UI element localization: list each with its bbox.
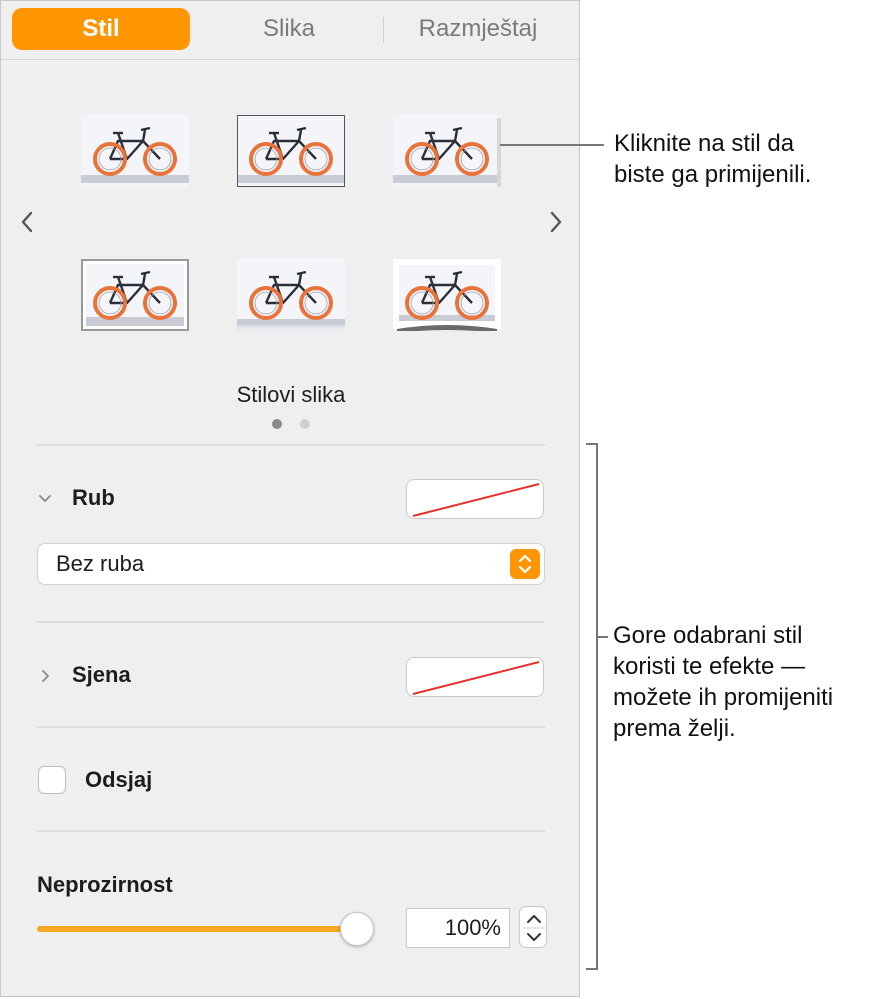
chevron-down-icon xyxy=(39,495,51,502)
chevron-left-icon xyxy=(21,211,33,233)
format-inspector-panel: Stil Slika Razmještaj Stilovi slika Rub … xyxy=(0,0,580,997)
image-style-reflection[interactable] xyxy=(237,259,345,331)
effects-bracket-vertical xyxy=(596,443,598,970)
divider xyxy=(37,726,545,728)
tab-arrange[interactable]: Razmještaj xyxy=(393,8,563,50)
page-dot-1[interactable] xyxy=(272,419,282,429)
next-styles-arrow[interactable] xyxy=(546,207,566,237)
page-dot-2[interactable] xyxy=(300,419,310,429)
callout-line: Kliknite na stil da xyxy=(614,130,795,157)
opacity-value-field[interactable]: 100% xyxy=(406,908,510,948)
chevron-right-icon xyxy=(42,670,49,682)
image-style-no-border[interactable] xyxy=(81,115,189,187)
border-color-well[interactable] xyxy=(406,479,544,519)
border-disclosure-toggle[interactable] xyxy=(37,491,53,507)
callout-line: prema želji. xyxy=(613,715,736,742)
tab-style[interactable]: Stil xyxy=(12,8,190,50)
opacity-stepper[interactable] xyxy=(519,906,547,948)
border-style-value: Bez ruba xyxy=(56,551,145,576)
reflection-label: Odsjaj xyxy=(85,767,153,792)
border-section-title: Rub xyxy=(72,485,115,510)
image-style-shadow[interactable] xyxy=(393,115,501,187)
divider xyxy=(37,621,545,623)
opacity-slider-thumb[interactable] xyxy=(340,912,374,946)
shadow-disclosure-toggle[interactable] xyxy=(38,668,54,684)
bicycle-thumbnail-icon xyxy=(393,115,501,187)
bicycle-thumbnail-icon xyxy=(237,115,345,187)
no-color-slash-icon xyxy=(412,661,540,695)
tab-separator xyxy=(383,17,384,43)
previous-styles-arrow[interactable] xyxy=(17,207,37,237)
stepper-arrows-icon xyxy=(523,915,545,941)
shadow-section-title: Sjena xyxy=(72,662,131,687)
bicycle-thumbnail-icon xyxy=(393,259,501,331)
reflection-checkbox[interactable] xyxy=(38,766,66,794)
select-stepper-icon xyxy=(510,549,540,579)
callout-line: možete ih promijeniti xyxy=(613,684,834,711)
tab-image[interactable]: Slika xyxy=(199,8,379,50)
border-style-select[interactable]: Bez ruba xyxy=(37,543,545,585)
image-styles-label: Stilovi slika xyxy=(236,382,346,407)
effects-callout-text: Gore odabrani stil koristi te efekte — m… xyxy=(613,620,833,744)
bicycle-thumbnail-icon xyxy=(81,115,189,187)
style-callout-text: Kliknite na stil da biste ga primijenili… xyxy=(614,128,811,190)
bicycle-thumbnail-icon xyxy=(237,259,345,331)
opacity-title: Neprozirnost xyxy=(37,872,173,897)
effects-bracket-bottom xyxy=(586,968,598,970)
no-color-slash-icon xyxy=(412,483,540,517)
bicycle-thumbnail-icon xyxy=(81,259,189,331)
image-style-curled-shadow[interactable] xyxy=(393,259,501,331)
image-style-frame[interactable] xyxy=(81,259,189,331)
effects-callout-leader xyxy=(598,636,608,638)
divider xyxy=(37,444,545,446)
image-style-thin-border[interactable] xyxy=(237,115,345,187)
inspector-tab-bar: Stil Slika Razmještaj xyxy=(1,1,579,60)
shadow-color-well[interactable] xyxy=(406,657,544,697)
style-callout-leader xyxy=(500,144,604,146)
opacity-slider-track[interactable] xyxy=(37,926,357,932)
callout-line: koristi te efekte — xyxy=(613,653,806,680)
callout-line: Gore odabrani stil xyxy=(613,622,803,649)
callout-line: biste ga primijenili. xyxy=(614,161,812,188)
divider xyxy=(37,830,545,832)
chevron-right-icon xyxy=(550,211,562,233)
